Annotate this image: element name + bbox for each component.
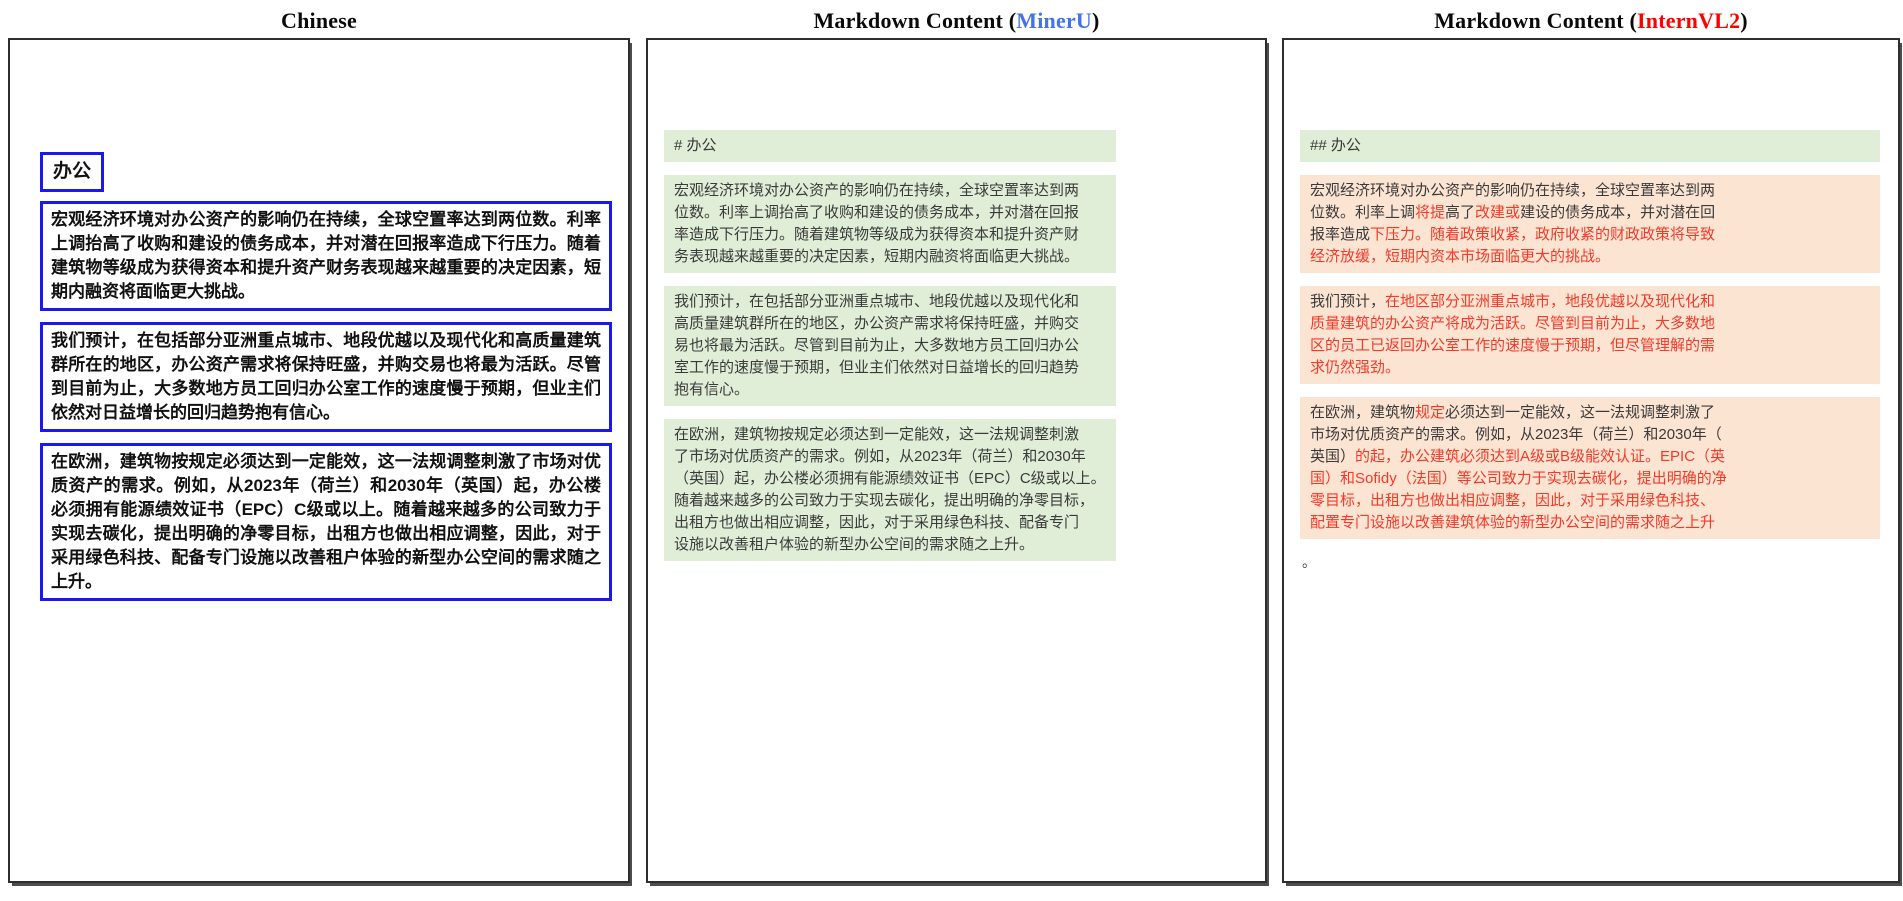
internvl2-markdown-panel: ## 办公 宏观经济环境对办公资产的影响仍在持续，全球空置率达到两 位数。利率上… (1282, 38, 1900, 883)
text-segment: 我们预计， (1310, 293, 1386, 310)
mineru-markdown-block: 宏观经济环境对办公资产的影响仍在持续，全球空置率达到两 位数。利率上调抬高了收购… (664, 175, 1116, 273)
mineru-markdown-block: 我们预计，在包括部分亚洲重点城市、地段优越以及现代化和 高质量建筑群所在的地区，… (664, 286, 1116, 406)
internvl2-markdown-block: 在欧洲，建筑物规定必须达到一定能效，这一法规调整刺激了 市场对优质资产的需求。例… (1300, 397, 1880, 539)
chinese-title-text: Chinese (281, 8, 357, 33)
internvl2-markdown-block: 我们预计，在地区部分亚洲重点城市，地段优越以及现代化和 质量建筑的办公资产将成为… (1300, 286, 1880, 384)
internvl2-trailing-text: 。 (1302, 554, 1316, 570)
mineru-title-suffix: ) (1092, 8, 1100, 33)
internvl2-markdown-content: ## 办公 宏观经济环境对办公资产的影响仍在持续，全球空置率达到两 位数。利率上… (1284, 40, 1898, 572)
error-text-segment: 将提 (1415, 204, 1446, 221)
internvl2-heading-block: ## 办公 (1300, 130, 1880, 162)
mineru-markdown-block: 在欧洲，建筑物按规定必须达到一定能效，这一法规调整刺激 了市场对优质资产的需求。… (664, 419, 1116, 561)
chinese-paragraph-box: 在欧洲，建筑物按规定必须达到一定能效，这一法规调整刺激了市场对优质资产的需求。例… (40, 443, 612, 601)
text-segment: 在欧洲，建筑物 (1310, 404, 1416, 421)
internvl2-panel-title: Markdown Content (InternVL2) (1282, 6, 1900, 36)
error-text-segment: 下压力。随着政策收紧，政府收紧的财政政策将导致 经济放缓，短期内资本市场面临更大… (1310, 226, 1716, 265)
error-text-segment: 的起，办公建筑必须达到A级或B级能效认证。EPIC（英 国）和Sofidy（法国… (1310, 448, 1727, 531)
chinese-heading-box: 办公 (40, 152, 105, 192)
mineru-markdown-block: # 办公 (664, 130, 1116, 162)
internvl2-title-suffix: ) (1740, 8, 1748, 33)
column-chinese: Chinese 办公 宏观经济环境对办公资产的影响仍在持续，全球空置率达到两位数… (8, 0, 630, 901)
chinese-document-content: 办公 宏观经济环境对办公资产的影响仍在持续，全球空置率达到两位数。利率上调抬高了… (10, 40, 628, 601)
mineru-model-name: MinerU (1016, 8, 1093, 33)
chinese-heading-text: 办公 (53, 161, 92, 182)
error-text-segment: 规定 (1415, 404, 1446, 421)
chinese-paragraph-box: 我们预计，在包括部分亚洲重点城市、地段优越以及现代化和高质量建筑群所在的地区，办… (40, 322, 612, 432)
column-mineru: Markdown Content (MinerU) # 办公宏观经济环境对办公资… (646, 0, 1267, 901)
text-segment: 高了 (1445, 204, 1476, 221)
mineru-panel-title: Markdown Content (MinerU) (646, 6, 1267, 36)
mineru-markdown-panel: # 办公宏观经济环境对办公资产的影响仍在持续，全球空置率达到两 位数。利率上调抬… (646, 38, 1267, 883)
error-text-segment: 改建或 (1475, 204, 1521, 221)
chinese-panel-title: Chinese (8, 6, 630, 36)
comparison-figure: Chinese 办公 宏观经济环境对办公资产的影响仍在持续，全球空置率达到两位数… (0, 0, 1903, 901)
internvl2-markdown-block: 宏观经济环境对办公资产的影响仍在持续，全球空置率达到两 位数。利率上调将提高了改… (1300, 175, 1880, 273)
internvl2-block-list: 宏观经济环境对办公资产的影响仍在持续，全球空置率达到两 位数。利率上调将提高了改… (1300, 175, 1898, 539)
column-internvl2: Markdown Content (InternVL2) ## 办公 宏观经济环… (1282, 0, 1900, 901)
chinese-paragraph-box: 宏观经济环境对办公资产的影响仍在持续，全球空置率达到两位数。利率上调抬高了收购和… (40, 201, 612, 311)
chinese-paragraph-list: 宏观经济环境对办公资产的影响仍在持续，全球空置率达到两位数。利率上调抬高了收购和… (40, 201, 616, 601)
chinese-document-panel: 办公 宏观经济环境对办公资产的影响仍在持续，全球空置率达到两位数。利率上调抬高了… (8, 38, 630, 883)
internvl2-title-prefix: Markdown Content ( (1434, 8, 1638, 33)
mineru-markdown-content: # 办公宏观经济环境对办公资产的影响仍在持续，全球空置率达到两 位数。利率上调抬… (648, 40, 1265, 561)
internvl2-model-name: InternVL2 (1637, 8, 1741, 33)
mineru-title-prefix: Markdown Content ( (813, 8, 1017, 33)
